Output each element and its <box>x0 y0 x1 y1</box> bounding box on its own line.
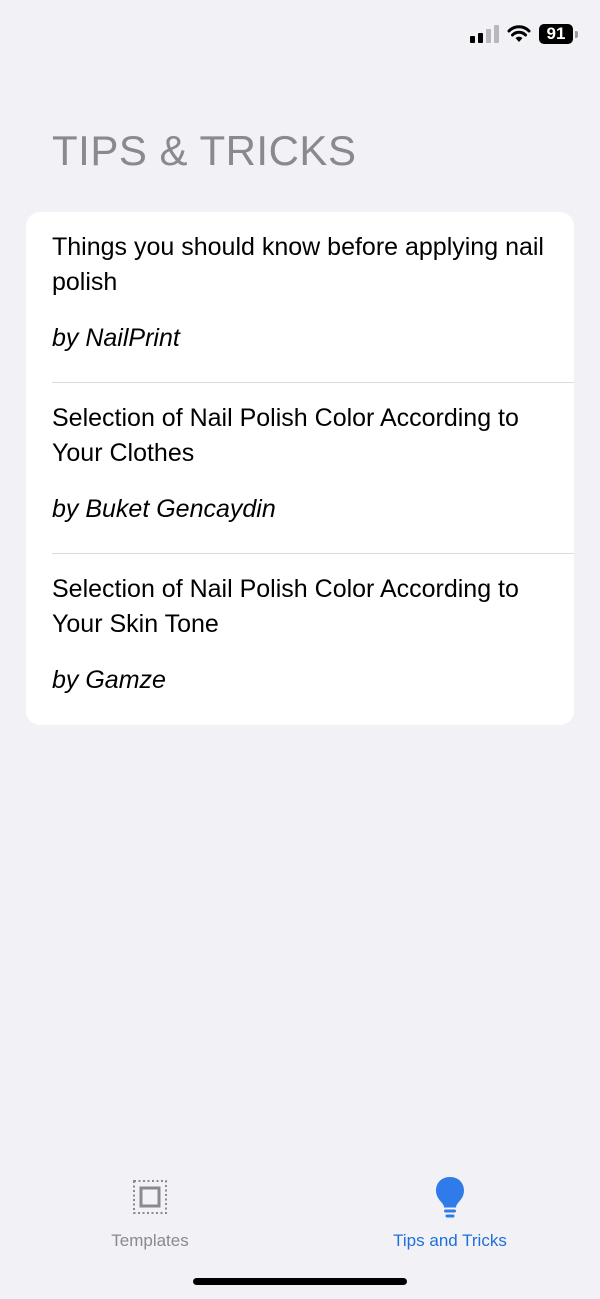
tip-title: Selection of Nail Polish Color According… <box>52 575 519 638</box>
status-icons: 91 <box>470 24 578 44</box>
lightbulb-icon <box>436 1177 464 1218</box>
status-bar: 91 <box>0 0 600 70</box>
templates-icon <box>133 1180 167 1214</box>
tip-author: by Buket Gencaydin <box>52 495 276 523</box>
tab-templates[interactable]: Templates <box>50 1175 250 1251</box>
tab-tips-and-tricks[interactable]: Tips and Tricks <box>350 1175 550 1251</box>
tip-title: Selection of Nail Polish Color According… <box>52 404 519 467</box>
tips-list: Things you should know before applying n… <box>26 212 574 725</box>
battery-cap <box>575 30 578 38</box>
tip-item[interactable]: Selection of Nail Polish Color According… <box>26 554 574 725</box>
tip-author: by NailPrint <box>52 324 180 352</box>
battery-icon: 91 <box>539 24 578 44</box>
tip-item[interactable]: Selection of Nail Polish Color According… <box>26 383 574 554</box>
tab-label: Templates <box>111 1231 189 1250</box>
tip-item[interactable]: Things you should know before applying n… <box>26 212 574 383</box>
wifi-icon <box>507 25 531 42</box>
cellular-signal-icon <box>470 25 499 43</box>
tab-label: Tips and Tricks <box>393 1231 507 1250</box>
home-indicator <box>193 1278 407 1285</box>
tip-title: Things you should know before applying n… <box>52 233 544 296</box>
battery-level: 91 <box>539 24 573 44</box>
page-title: TIPS & TRICKS <box>52 127 357 174</box>
tip-author: by Gamze <box>52 666 166 694</box>
